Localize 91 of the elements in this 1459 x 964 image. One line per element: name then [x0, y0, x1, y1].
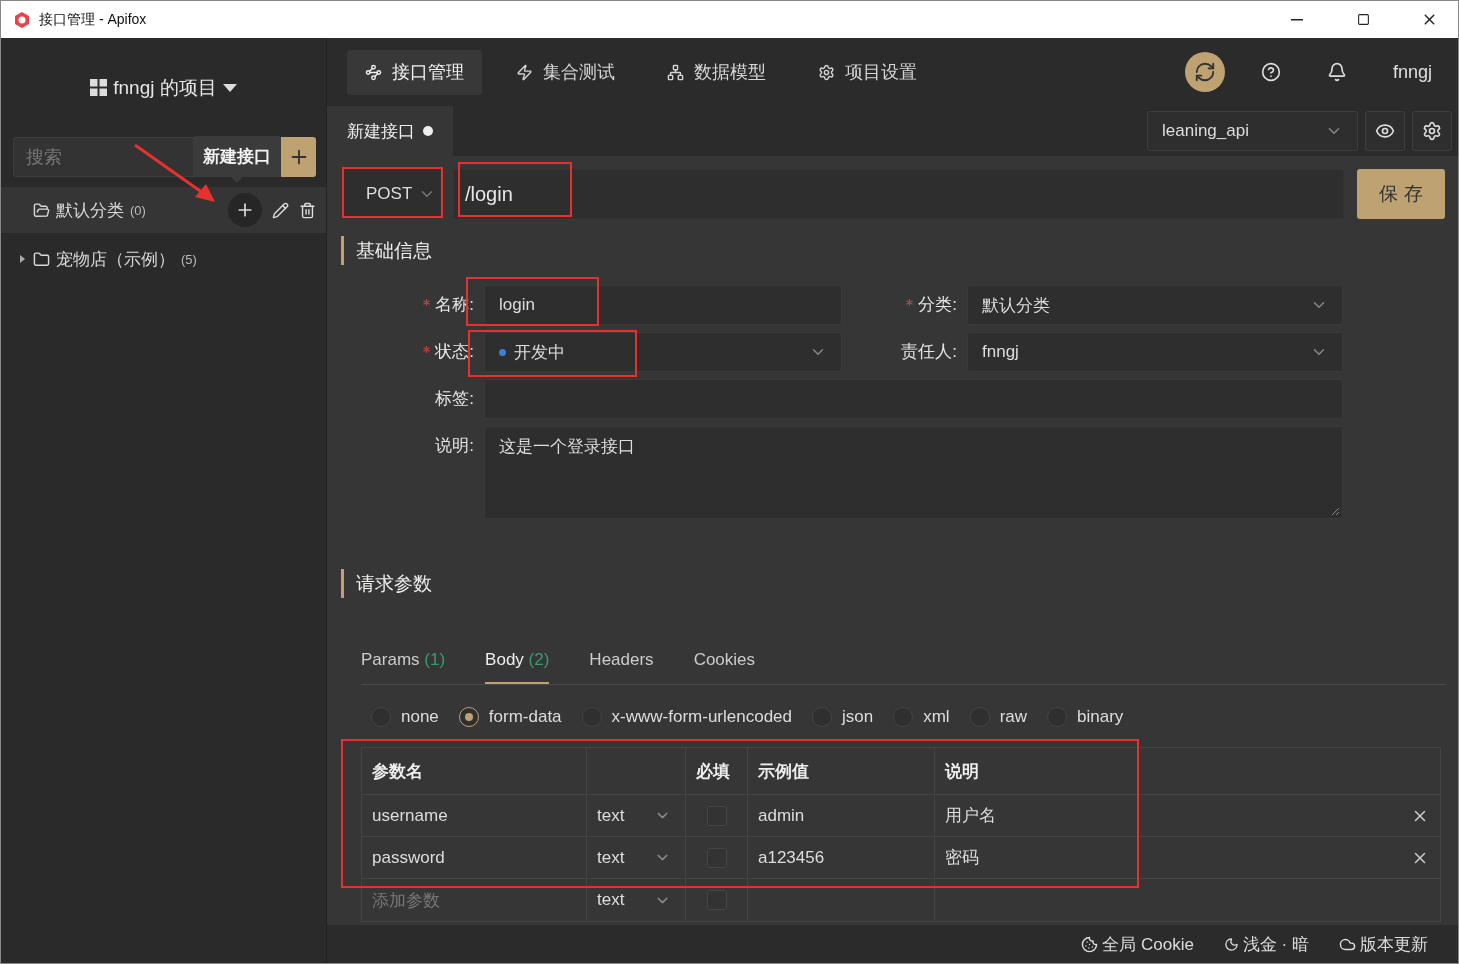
- tooltip: 新建接口: [193, 136, 281, 177]
- settings-button[interactable]: [1412, 111, 1452, 151]
- item-count: (5): [181, 251, 197, 267]
- caret-right-icon: [19, 254, 27, 264]
- settings-icon: [818, 63, 835, 81]
- window-title: 接口管理 - Apifox: [39, 10, 148, 29]
- user-name[interactable]: fnngj: [1392, 61, 1432, 83]
- table-cell: password: [362, 837, 587, 878]
- caret-down-icon: [222, 83, 237, 92]
- refresh-icon: [1193, 61, 1216, 83]
- params-tab[interactable]: Headers: [589, 650, 654, 684]
- radio-label: raw: [999, 707, 1028, 727]
- field-label: 状态:: [341, 332, 484, 372]
- field-value: 这是一个登录接口: [499, 436, 636, 458]
- add-button[interactable]: [228, 193, 262, 227]
- field-value: login: [499, 295, 536, 315]
- column-header: 参数名: [362, 748, 587, 794]
- field-value: 默认分类: [982, 294, 1051, 317]
- params-tab[interactable]: Body (2): [485, 650, 550, 684]
- radio-label: form-data: [488, 707, 562, 727]
- method-select[interactable]: POST: [341, 169, 441, 219]
- minimize-icon: [1291, 18, 1303, 21]
- textarea-field[interactable]: 这是一个登录接口: [484, 426, 1343, 519]
- tree-item[interactable]: 宠物店（示例） (5): [1, 236, 326, 282]
- nav-tab[interactable]: 数据模型: [649, 49, 784, 95]
- status-bar-item[interactable]: 版本更新: [1339, 932, 1428, 956]
- radio-label: x-www-form-urlencoded: [611, 707, 792, 727]
- nav-tab[interactable]: 项目设置: [800, 49, 935, 95]
- moon-icon: [1223, 936, 1239, 952]
- field-label: 说明:: [434, 435, 475, 457]
- hierarchy-icon: [667, 63, 684, 81]
- app-logo-icon: [13, 10, 31, 29]
- field-value: 开发中: [514, 341, 566, 364]
- radio-label: binary: [1077, 707, 1124, 727]
- table-cell: username: [362, 795, 587, 836]
- select-field[interactable]: fnngj: [967, 332, 1343, 372]
- document-tab[interactable]: 新建接口: [327, 106, 453, 156]
- column-header: 示例值: [748, 748, 935, 794]
- eye-icon: [1375, 121, 1395, 141]
- cookie-icon: [1081, 935, 1099, 953]
- add-button[interactable]: [281, 137, 316, 177]
- column-header: 必填: [686, 748, 748, 794]
- edit-icon[interactable]: [272, 201, 289, 219]
- type-select[interactable]: text: [597, 890, 675, 910]
- radio-label: json: [842, 707, 874, 727]
- item-count: (0): [130, 202, 146, 218]
- project-name[interactable]: fnngj 的项目: [113, 74, 217, 101]
- settings-icon: [1422, 121, 1442, 141]
- lightning-icon: [516, 63, 533, 81]
- radio-button[interactable]: [458, 707, 479, 727]
- status-bar-item[interactable]: 浅金 · 暗: [1223, 932, 1309, 956]
- grid-icon: [90, 79, 108, 96]
- environment-select[interactable]: leaning_api: [1147, 111, 1358, 151]
- status-bar-item[interactable]: 全局 Cookie: [1081, 932, 1194, 956]
- section-title: 基础信息: [341, 236, 1445, 265]
- tree-item[interactable]: 默认分类 (0): [1, 187, 326, 233]
- eye-button[interactable]: [1365, 111, 1405, 151]
- bell-icon[interactable]: [1326, 62, 1347, 82]
- column-header: 说明: [943, 760, 980, 783]
- field-value: fnngj: [982, 342, 1020, 362]
- field-label: 标签:: [434, 388, 475, 410]
- section-title: 请求参数: [341, 569, 1445, 598]
- tree-item-label: 默认分类: [56, 199, 124, 222]
- select-field[interactable]: 开发中: [484, 332, 842, 372]
- table-cell: admin: [748, 795, 935, 836]
- table-cell-text: 用户名: [944, 805, 997, 827]
- folder-open-icon: [33, 201, 50, 219]
- tree-item-label: 宠物店（示例）: [56, 248, 175, 271]
- params-tab[interactable]: Cookies: [693, 650, 756, 684]
- radio-label: none: [401, 707, 439, 727]
- type-select[interactable]: text: [597, 805, 675, 826]
- trash-icon[interactable]: [299, 201, 316, 219]
- nav-tab[interactable]: 集合测试: [498, 49, 633, 95]
- select-field[interactable]: 默认分类: [967, 285, 1343, 325]
- maximize-icon: [1356, 13, 1370, 26]
- save-button[interactable]: 保 存: [1357, 169, 1445, 219]
- help-icon[interactable]: [1260, 62, 1281, 82]
- nav-tab[interactable]: 接口管理: [347, 49, 482, 95]
- link-icon: [365, 63, 382, 81]
- sync-button[interactable]: [1184, 52, 1225, 92]
- resize-grip-icon: [1331, 507, 1340, 516]
- table-cell-text: 密码: [944, 847, 980, 869]
- radio-label: xml: [923, 707, 950, 727]
- params-tab[interactable]: Params (1): [361, 650, 446, 684]
- input-field[interactable]: login: [484, 285, 842, 325]
- field-label: 分类:: [842, 285, 967, 325]
- field-label: 责任人:: [900, 341, 958, 363]
- folder-icon: [33, 250, 50, 268]
- type-select[interactable]: text: [597, 847, 675, 868]
- url-field[interactable]: /login: [453, 169, 1344, 219]
- table-cell: a123456: [748, 837, 935, 878]
